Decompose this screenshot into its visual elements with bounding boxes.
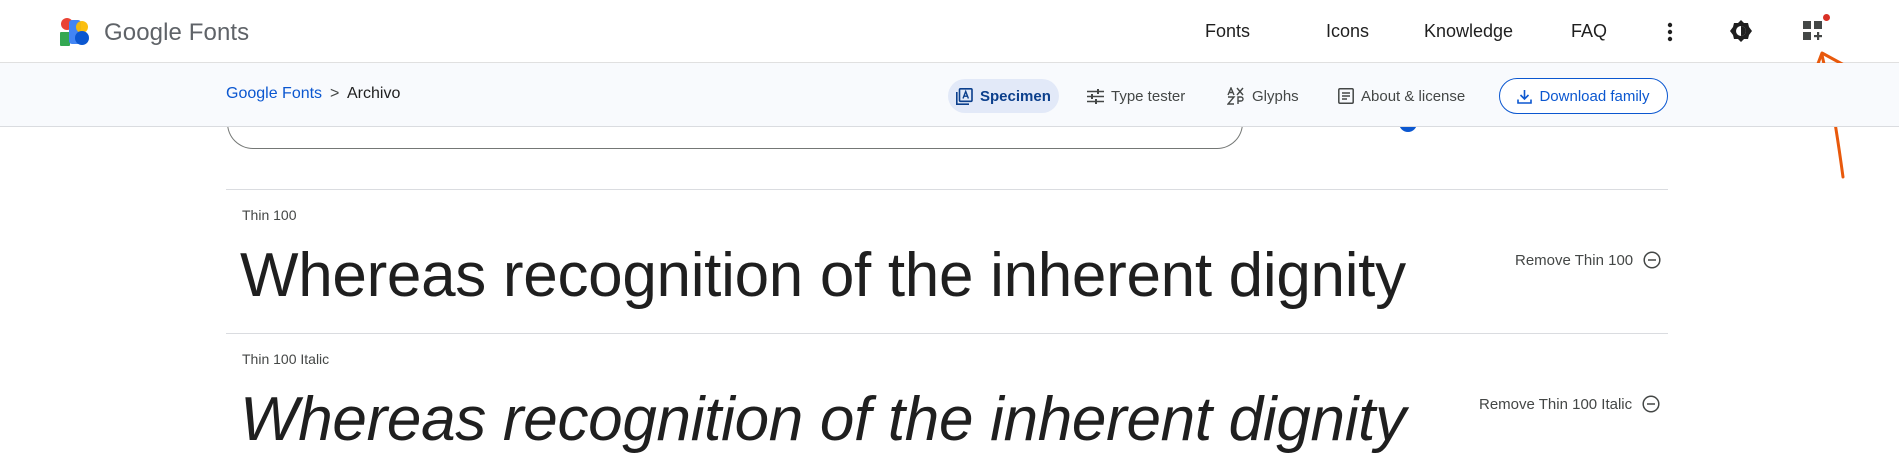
tab-type-tester[interactable]: Type tester (1079, 79, 1193, 113)
download-family-button[interactable]: Download family (1499, 78, 1668, 114)
font-subheader: Google Fonts > Archivo Specimen Type tes… (0, 63, 1899, 127)
breadcrumb-root[interactable]: Google Fonts (226, 85, 322, 103)
nav-faq[interactable]: FAQ (1571, 21, 1607, 42)
tab-label: Specimen (980, 87, 1051, 105)
notification-dot (1823, 14, 1830, 21)
nav-icons[interactable]: Icons (1326, 21, 1369, 42)
breadcrumb-separator: > (330, 85, 340, 102)
brand-name[interactable]: Google Fonts (104, 19, 249, 47)
theme-toggle-icon[interactable] (1729, 19, 1753, 43)
specimen-icon (956, 87, 973, 105)
download-label: Download family (1539, 87, 1650, 105)
top-nav-bar: Google Fonts Fonts Icons Knowledge FAQ (0, 0, 1899, 63)
style-name: Thin 100 (242, 207, 297, 223)
google-fonts-logo[interactable] (60, 18, 90, 46)
tab-label: Glyphs (1252, 87, 1299, 105)
row-divider (226, 189, 1668, 190)
remove-style-button[interactable]: Remove Thin 100 Italic (1479, 395, 1660, 413)
row-divider (226, 333, 1668, 334)
nav-knowledge[interactable]: Knowledge (1424, 21, 1513, 42)
style-name: Thin 100 Italic (242, 351, 330, 367)
remove-circle-icon (1642, 395, 1660, 413)
remove-label: Remove Thin 100 Italic (1479, 395, 1633, 413)
tune-icon (1087, 88, 1104, 104)
tab-label: About & license (1361, 87, 1466, 105)
article-icon (1338, 88, 1354, 104)
tab-glyphs[interactable]: Glyphs (1219, 79, 1307, 113)
nav-fonts[interactable]: Fonts (1205, 21, 1250, 42)
remove-circle-icon (1643, 251, 1661, 269)
breadcrumb-current: Archivo (347, 85, 401, 102)
download-icon (1517, 89, 1533, 104)
more-vert-icon[interactable] (1664, 22, 1676, 42)
glyphs-icon (1227, 87, 1244, 105)
tab-specimen[interactable]: Specimen (948, 79, 1059, 113)
tab-about-license[interactable]: About & license (1330, 79, 1473, 113)
tab-label: Type tester (1111, 87, 1186, 105)
style-sample-text: Whereas recognition of the inherent dign… (240, 241, 1406, 310)
style-sample-text: Whereas recognition of the inherent dign… (240, 385, 1406, 454)
selected-families-icon[interactable] (1803, 21, 1823, 41)
remove-label: Remove Thin 100 (1515, 251, 1634, 269)
remove-style-button[interactable]: Remove Thin 100 (1515, 251, 1661, 269)
